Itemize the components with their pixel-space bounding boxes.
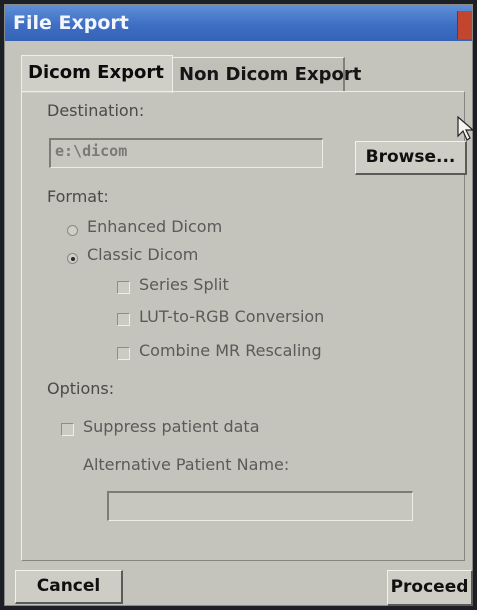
suppress-patient-data-checkbox[interactable] xyxy=(61,423,74,436)
lut-to-rgb-checkbox[interactable] xyxy=(117,313,130,326)
lut-to-rgb-label: LUT-to-RGB Conversion xyxy=(139,307,325,326)
combine-mr-rescaling-label: Combine MR Rescaling xyxy=(139,341,322,360)
mouse-pointer-icon xyxy=(457,116,475,141)
proceed-button[interactable]: Proceed xyxy=(387,570,473,606)
radio-selected-dot xyxy=(71,257,75,261)
destination-field[interactable]: e:\dicom xyxy=(49,138,323,168)
combine-mr-rescaling-checkbox[interactable] xyxy=(117,347,130,360)
format-label: Format: xyxy=(47,187,109,206)
options-label: Options: xyxy=(47,379,115,398)
cancel-button[interactable]: Cancel xyxy=(15,570,123,604)
tab-dicom-export[interactable]: Dicom Export xyxy=(21,55,173,93)
destination-label: Destination: xyxy=(47,101,145,120)
series-split-checkbox[interactable] xyxy=(117,281,130,294)
suppress-patient-data-label: Suppress patient data xyxy=(83,417,260,436)
alternative-patient-name-field[interactable] xyxy=(107,491,413,521)
destination-value: e:\dicom xyxy=(55,142,128,160)
window-title: File Export xyxy=(13,12,129,34)
browse-button[interactable]: Browse... xyxy=(355,141,467,175)
close-icon[interactable] xyxy=(457,11,472,39)
enhanced-dicom-label: Enhanced Dicom xyxy=(87,217,223,236)
radio-enhanced-dicom[interactable] xyxy=(67,225,78,236)
classic-dicom-label: Classic Dicom xyxy=(87,245,199,264)
radio-classic-dicom[interactable] xyxy=(67,253,78,264)
title-bar[interactable]: File Export xyxy=(5,5,472,41)
alternative-patient-name-label: Alternative Patient Name: xyxy=(83,455,290,474)
file-export-dialog: File Export Dicom Export Non Dicom Expor… xyxy=(4,4,475,606)
series-split-label: Series Split xyxy=(139,275,229,294)
tab-non-dicom-export[interactable]: Non Dicom Export xyxy=(173,57,361,91)
